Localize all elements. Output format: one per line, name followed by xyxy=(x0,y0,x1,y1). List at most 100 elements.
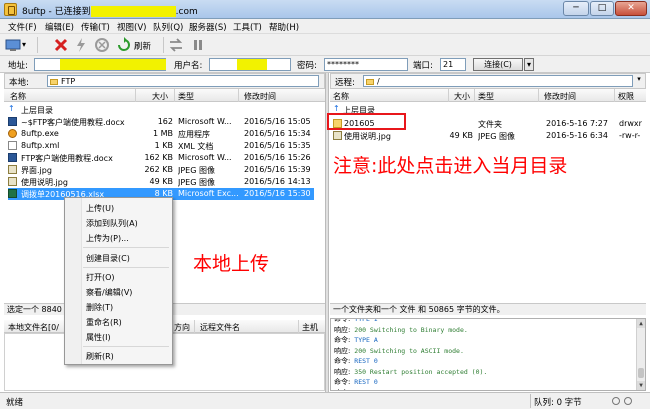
toolbar: ▾ 刷新 xyxy=(0,34,650,56)
file-type: Microsoft W... xyxy=(178,117,232,126)
ctx-properties[interactable]: 属性(I) xyxy=(86,332,111,343)
queue-col-host[interactable]: 主机 xyxy=(302,322,318,333)
xls-file-icon xyxy=(8,189,17,198)
file-type: JPEG 图像 xyxy=(178,166,215,175)
redacted-host-highlight xyxy=(90,6,176,17)
transfer-icon[interactable] xyxy=(168,37,184,53)
log-scrollbar[interactable]: ▲ ▼ xyxy=(636,319,645,390)
queue-col-remote[interactable]: 远程文件名 xyxy=(200,322,240,333)
remote-col-modified[interactable]: 修改时间 xyxy=(544,91,576,102)
ctx-rename[interactable]: 重命名(R) xyxy=(86,317,122,328)
minimize-button[interactable]: ─ xyxy=(563,1,589,16)
log-kind: 响应: xyxy=(334,389,350,391)
local-path-input[interactable]: FTP xyxy=(47,75,319,87)
refresh-label: 刷新 xyxy=(134,42,152,52)
log-text: 350 Restart position accepted (0). xyxy=(354,367,488,376)
password-input[interactable]: ******** xyxy=(324,58,408,71)
activity-icon-2 xyxy=(624,397,632,405)
site-manager-icon[interactable] xyxy=(5,37,21,53)
ctx-open[interactable]: 打开(O) xyxy=(86,272,115,283)
pause-icon[interactable] xyxy=(190,37,206,53)
col-divider[interactable] xyxy=(174,89,175,102)
ctx-view-edit[interactable]: 察看/编辑(V) xyxy=(86,287,132,298)
local-file-row[interactable]: FTP客户端使用教程.docx 162 KB Microsoft W... 2016/… xyxy=(8,152,320,164)
ctx-upload-as[interactable]: 上传为(P)... xyxy=(86,233,129,244)
menu-tools[interactable]: 工具(T) xyxy=(233,21,262,33)
queue-col-local[interactable]: 本地文件名[0/ xyxy=(8,322,59,333)
remote-path-dropdown-icon[interactable]: ▾ xyxy=(634,75,644,87)
refresh-icon xyxy=(118,37,130,51)
password-label: 密码: xyxy=(297,61,317,71)
menu-view[interactable]: 视图(V) xyxy=(117,21,146,33)
exe-file-icon xyxy=(8,129,17,138)
menu-bar: 文件(F) 编辑(E) 传输(T) 视图(V) 队列(Q) 服务器(S) 工具(… xyxy=(0,19,650,34)
img-file-icon xyxy=(8,165,17,174)
col-divider[interactable] xyxy=(448,89,449,102)
local-col-modified[interactable]: 修改时间 xyxy=(244,91,276,102)
remote-path-input[interactable]: / xyxy=(363,75,633,87)
local-file-row[interactable]: 界面.jpg 262 KB JPEG 图像 2016/5/16 15:39 xyxy=(8,164,320,176)
file-size: 1 KB xyxy=(154,141,173,150)
remote-col-type[interactable]: 类型 xyxy=(478,91,494,102)
local-col-size[interactable]: 大小 xyxy=(152,91,168,102)
menu-server[interactable]: 服务器(S) xyxy=(189,21,227,33)
local-file-row[interactable]: 8uftp.exe 1 MB 应用程序 2016/5/16 15:34 xyxy=(8,128,320,140)
menu-queue[interactable]: 队列(Q) xyxy=(153,21,183,33)
port-input[interactable]: 21 xyxy=(440,58,466,71)
local-col-name[interactable]: 名称 xyxy=(10,91,26,102)
annotation-highlight-box xyxy=(327,113,406,130)
file-type: 应用程序 xyxy=(178,130,210,139)
menu-edit[interactable]: 编辑(E) xyxy=(45,21,74,33)
scroll-up-icon[interactable]: ▲ xyxy=(637,319,645,328)
folder-icon xyxy=(366,78,374,85)
ctx-create-dir[interactable]: 创建目录(C) xyxy=(86,253,130,264)
file-permissions: drwxr xyxy=(619,119,642,128)
file-type: 文件夹 xyxy=(478,120,502,129)
log-line: 命令: TYPE I xyxy=(334,319,378,324)
local-file-row[interactable]: 使用说明.jpg 49 KB JPEG 图像 2016/5/16 14:13 xyxy=(8,176,320,188)
site-dropdown-icon[interactable]: ▾ xyxy=(22,37,32,53)
connect-button[interactable]: 连接(C) xyxy=(473,58,523,71)
scroll-down-icon[interactable]: ▼ xyxy=(637,381,645,390)
remote-file-row[interactable]: 使用说明.jpg 49 KB JPEG 图像 2016-5-16 6:34 -rw-r- xyxy=(333,130,645,142)
maximize-button[interactable]: □ xyxy=(590,1,614,16)
window-title-suffix: .com xyxy=(175,7,198,17)
file-modified: 2016-5-16 6:34 xyxy=(546,131,608,140)
file-modified: 2016/5/16 15:26 xyxy=(244,153,311,162)
remote-path-bar: 远程: / ▾ xyxy=(330,73,646,89)
col-divider[interactable] xyxy=(194,320,195,333)
disconnect-icon[interactable] xyxy=(53,37,69,53)
remote-col-permissions[interactable]: 权限 xyxy=(618,91,634,102)
menu-file[interactable]: 文件(F) xyxy=(8,21,37,33)
col-divider[interactable] xyxy=(135,89,136,102)
col-divider[interactable] xyxy=(538,89,539,102)
local-file-row[interactable]: 8uftp.xml 1 KB XML 文档 2016/5/16 15:35 xyxy=(8,140,320,152)
col-divider[interactable] xyxy=(238,89,239,102)
ctx-upload[interactable]: 上传(U) xyxy=(86,203,114,214)
connect-dropdown-icon[interactable]: ▾ xyxy=(524,58,534,71)
ctx-refresh[interactable]: 刷新(R) xyxy=(86,351,114,362)
col-divider[interactable] xyxy=(474,89,475,102)
queue-col-direction[interactable]: 方向 xyxy=(174,322,190,333)
menu-help[interactable]: 帮助(H) xyxy=(269,21,299,33)
ctx-delete[interactable]: 删除(T) xyxy=(86,302,113,313)
col-divider[interactable] xyxy=(298,320,299,333)
file-type: Microsoft W... xyxy=(178,153,232,162)
ctx-add-to-queue[interactable]: 添加到队列(A) xyxy=(86,218,138,229)
file-name: 8uftp.xml xyxy=(21,141,60,150)
file-type: XML 文档 xyxy=(178,142,214,151)
menu-transfer[interactable]: 传输(T) xyxy=(81,21,110,33)
scroll-thumb[interactable] xyxy=(638,368,644,378)
file-size: 49 KB xyxy=(149,177,173,186)
reconnect-icon[interactable] xyxy=(73,37,89,53)
remote-col-size[interactable]: 大小 xyxy=(454,91,470,102)
close-button[interactable]: ✕ xyxy=(615,1,647,16)
word-file-icon xyxy=(8,153,17,162)
local-col-type[interactable]: 类型 xyxy=(178,91,194,102)
local-parent-dir-row[interactable]: ↑ 上层目录 xyxy=(8,104,320,116)
refresh-button[interactable]: 刷新 xyxy=(116,37,158,53)
stop-icon[interactable] xyxy=(94,37,110,53)
local-file-row[interactable]: ~$FTP客户端使用教程.docx 162 Microsoft W... 2016/5… xyxy=(8,116,320,128)
remote-col-name[interactable]: 名称 xyxy=(333,91,349,102)
col-divider[interactable] xyxy=(614,89,615,102)
